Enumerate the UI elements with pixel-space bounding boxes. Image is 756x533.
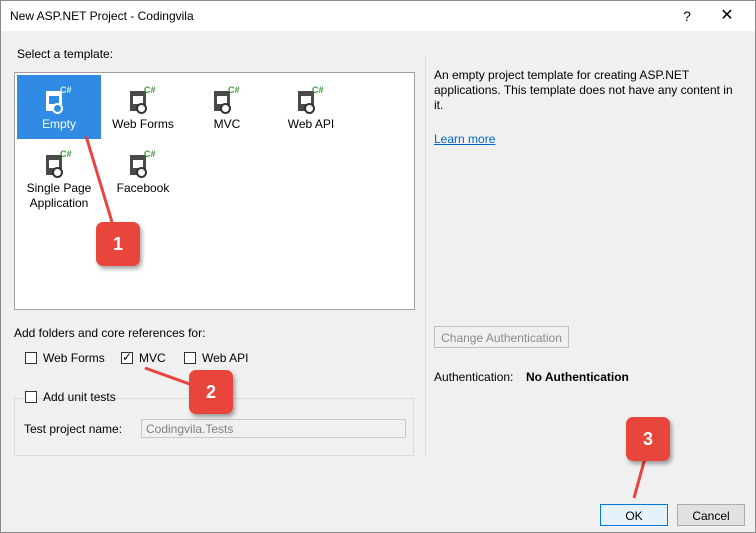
callout-3: 3 bbox=[626, 417, 670, 461]
callout-2: 2 bbox=[189, 370, 233, 414]
arrow-2 bbox=[144, 366, 196, 388]
arrow-1 bbox=[84, 135, 114, 223]
arrow-3 bbox=[632, 457, 647, 499]
callout-1: 1 bbox=[96, 222, 140, 266]
